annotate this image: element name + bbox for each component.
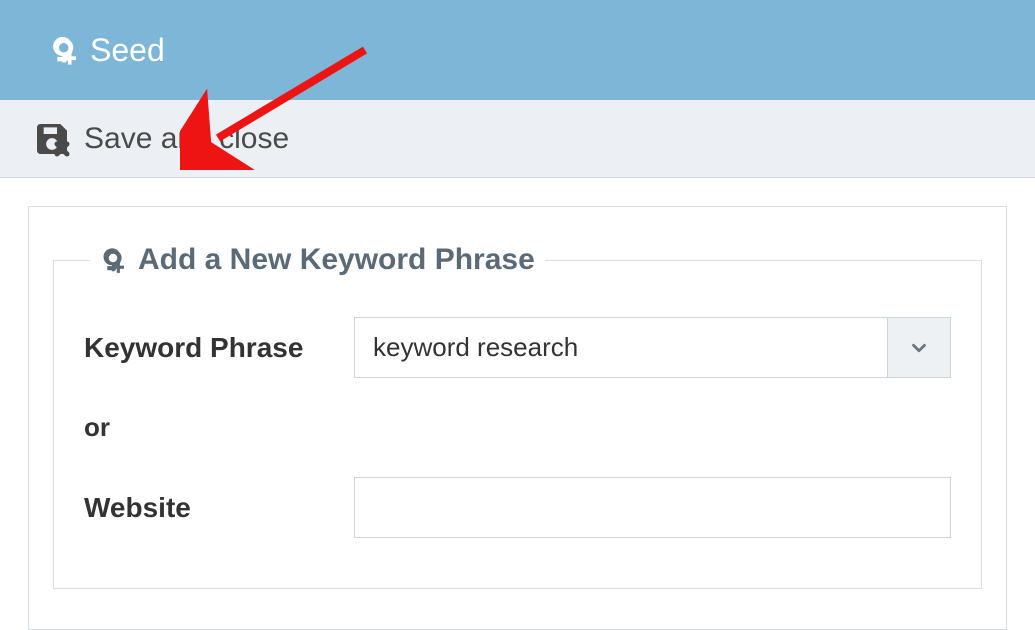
website-row: Website	[84, 477, 951, 538]
website-label: Website	[84, 492, 334, 524]
page-title: Seed	[90, 32, 165, 69]
save-and-close-label: Save and close	[84, 122, 289, 156]
keyword-phrase-input[interactable]	[354, 317, 887, 378]
save-close-icon	[32, 119, 72, 159]
header-bar: Seed	[0, 0, 1035, 100]
keyword-row: Keyword Phrase	[84, 317, 951, 378]
form-panel: Add a New Keyword Phrase Keyword Phrase …	[28, 206, 1007, 630]
key-plus-icon	[90, 243, 124, 277]
keyword-phrase-dropdown-toggle[interactable]	[887, 317, 951, 378]
keyword-phrase-combo	[354, 317, 951, 378]
or-separator: or	[84, 412, 951, 443]
keyword-phrase-label: Keyword Phrase	[84, 332, 334, 364]
key-plus-icon	[38, 31, 76, 69]
toolbar: Save and close	[0, 100, 1035, 178]
chevron-down-icon	[908, 337, 930, 359]
add-keyword-fieldset: Add a New Keyword Phrase Keyword Phrase …	[53, 243, 982, 589]
fieldset-legend: Add a New Keyword Phrase	[90, 243, 545, 277]
fieldset-legend-text: Add a New Keyword Phrase	[138, 243, 535, 277]
website-input[interactable]	[354, 477, 951, 538]
save-and-close-button[interactable]: Save and close	[32, 119, 289, 159]
